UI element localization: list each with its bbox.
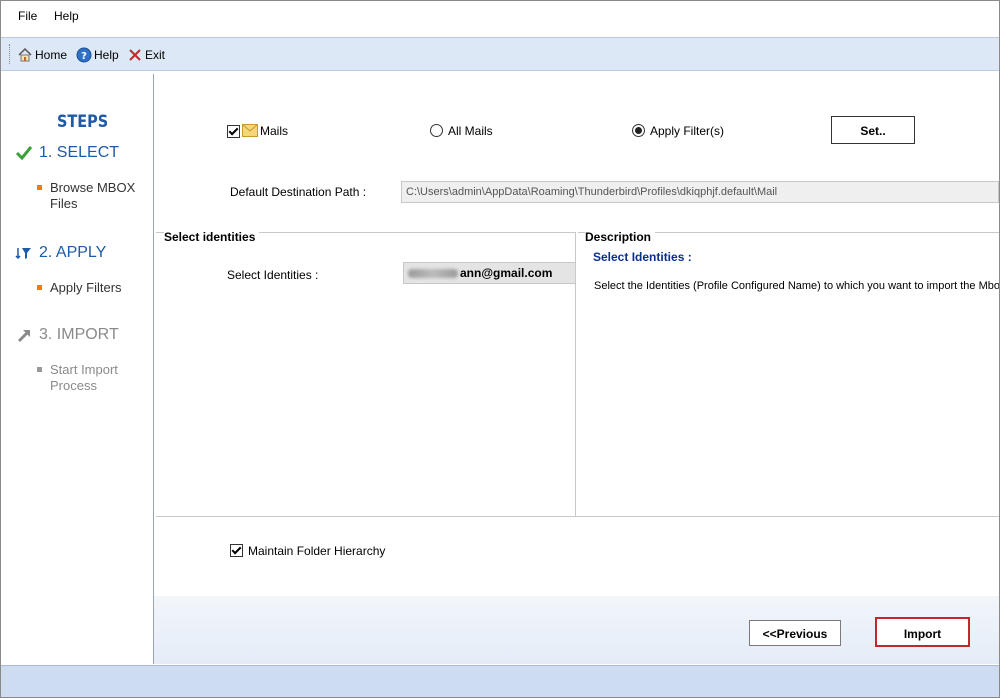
- home-icon: [17, 47, 33, 63]
- help-icon: ?: [76, 47, 92, 63]
- menu-bar: File Help: [1, 1, 999, 31]
- description-text: Select the Identities (Profile Configure…: [594, 280, 1000, 292]
- step-import-sub-label: Start Import Process: [50, 362, 118, 393]
- step-apply: 2. APPLY: [15, 244, 106, 262]
- all-mails-label: All Mails: [448, 124, 493, 138]
- maintain-hierarchy-label: Maintain Folder Hierarchy: [248, 544, 386, 558]
- step-select-label: 1. SELECT: [39, 144, 120, 161]
- help-button[interactable]: ? Help: [76, 46, 119, 64]
- previous-button[interactable]: <<Previous: [749, 620, 841, 646]
- svg-text:?: ?: [81, 51, 87, 62]
- close-icon: [127, 47, 143, 63]
- destination-label: Default Destination Path :: [230, 185, 367, 199]
- home-button[interactable]: Home: [17, 46, 67, 64]
- exit-button[interactable]: Exit: [127, 46, 165, 64]
- filter-icon: [15, 244, 33, 262]
- set-filter-button[interactable]: Set..: [831, 116, 915, 144]
- description-panel-title: Description: [585, 230, 656, 244]
- identities-panel-title: Select identities: [164, 230, 260, 244]
- home-label: Home: [35, 48, 68, 62]
- mails-checkbox[interactable]: [227, 125, 240, 138]
- bullet-icon: [37, 185, 42, 190]
- identities-select[interactable]: ann@gmail.com: [403, 262, 576, 284]
- toolbar-grip: [9, 44, 12, 64]
- import-button[interactable]: Import: [875, 617, 970, 647]
- destination-path-field[interactable]: C:\Users\admin\AppData\Roaming\Thunderbi…: [401, 181, 999, 203]
- checkmark-icon: [15, 144, 33, 162]
- maintain-hierarchy-checkbox[interactable]: [230, 544, 243, 557]
- all-mails-radio[interactable]: [430, 124, 443, 137]
- step-select-sub: Browse MBOX Files: [37, 180, 147, 212]
- help-label: Help: [94, 48, 119, 62]
- menu-help[interactable]: Help: [54, 9, 79, 23]
- redacted-text: [408, 269, 458, 279]
- step-import: 3. IMPORT: [15, 326, 119, 344]
- bullet-icon: [37, 367, 42, 372]
- status-bar: [1, 665, 999, 697]
- exit-label: Exit: [145, 48, 166, 62]
- bullet-icon: [37, 285, 42, 290]
- mails-label: Mails: [260, 124, 289, 138]
- panel-divider: [156, 516, 999, 517]
- step-select: 1. SELECT: [15, 144, 119, 162]
- toolbar: Home ? Help Exit: [1, 37, 999, 71]
- arrow-up-right-icon: [15, 326, 33, 344]
- menu-file[interactable]: File: [18, 9, 37, 23]
- description-heading: Select Identities :: [593, 250, 692, 264]
- steps-sidebar: STEPS 1. SELECT Browse MBOX Files 2. APP…: [1, 74, 154, 664]
- navigation-bar: <<Previous Import: [154, 596, 999, 664]
- step-apply-sub: Apply Filters: [37, 280, 147, 296]
- steps-title: STEPS: [57, 112, 109, 132]
- description-panel: Description Select Identities : Select t…: [578, 230, 1000, 517]
- step-import-sub: Start Import Process: [37, 362, 147, 394]
- apply-filters-label: Apply Filter(s): [650, 124, 725, 138]
- identity-value: ann@gmail.com: [460, 266, 553, 280]
- step-import-label: 3. IMPORT: [39, 326, 119, 343]
- mail-envelope-icon: [242, 124, 258, 137]
- identities-field-label: Select Identities :: [227, 268, 319, 282]
- apply-filters-radio[interactable]: [632, 124, 645, 137]
- main-panel: Mails All Mails Apply Filter(s) Set.. De…: [154, 74, 999, 664]
- step-apply-sub-label: Apply Filters: [50, 280, 122, 295]
- app-window: File Help Home ? Help Exit STEPS 1. SELE…: [0, 0, 1000, 698]
- step-select-sub-label: Browse MBOX Files: [50, 180, 136, 211]
- step-apply-label: 2. APPLY: [39, 244, 107, 261]
